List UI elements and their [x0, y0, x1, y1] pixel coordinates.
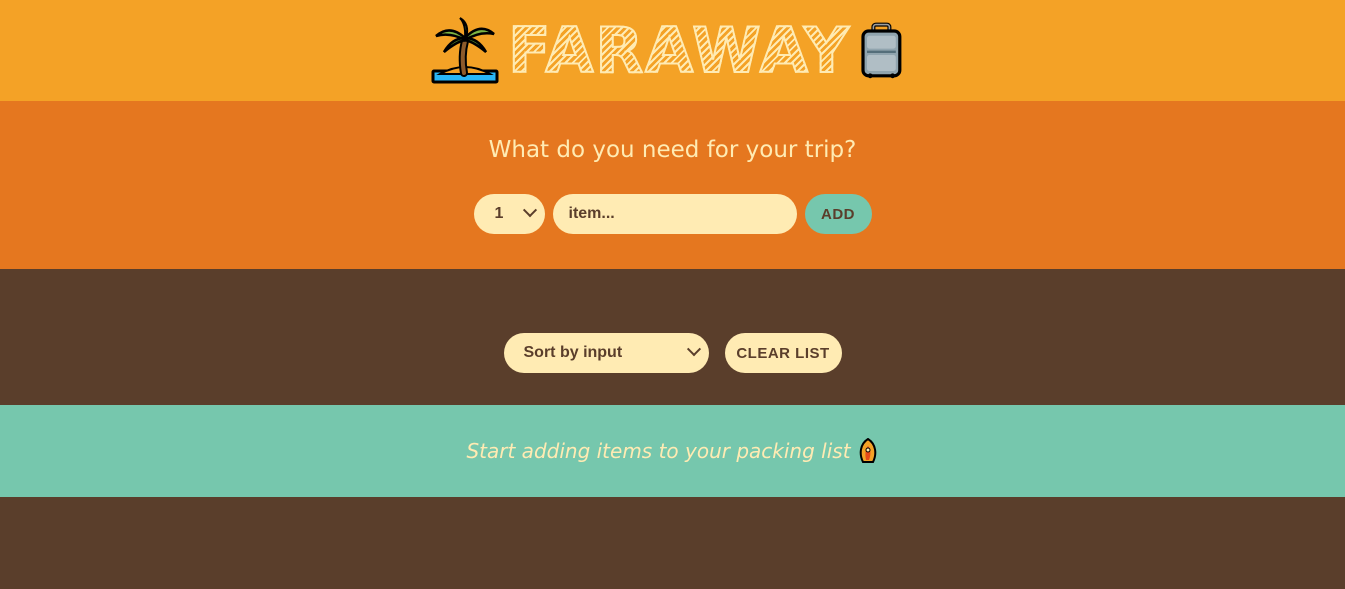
rocket-icon [859, 438, 876, 463]
chevron-down-icon [522, 203, 537, 218]
palm-tree-island-icon [431, 16, 499, 83]
add-item-form: What do you need for your trip? 1 item..… [0, 101, 1345, 269]
packing-list: Sort by input CLEAR LIST [0, 269, 1345, 405]
page-bottom [0, 497, 1345, 589]
quantity-select[interactable]: 1 [473, 194, 545, 234]
stats-message: Start adding items to your packing list [466, 439, 851, 463]
luggage-icon [861, 22, 902, 78]
sort-value: Sort by input [523, 344, 623, 361]
stats-footer: Start adding items to your packing list [0, 405, 1345, 497]
sort-select[interactable]: Sort by input [503, 333, 709, 373]
app: FARAWAY What do you need for your trip? … [0, 0, 1345, 589]
add-button[interactable]: ADD [804, 194, 872, 234]
chevron-down-icon [686, 342, 701, 357]
form-row: 1 item... ADD [473, 194, 872, 234]
clear-list-button[interactable]: CLEAR LIST [724, 333, 842, 373]
item-input-placeholder: item... [568, 205, 615, 222]
item-input[interactable]: item... [552, 194, 797, 234]
quantity-value: 1 [494, 205, 504, 222]
logo-text: FARAWAY [507, 13, 851, 87]
form-title: What do you need for your trip? [488, 137, 857, 163]
header: FARAWAY [0, 0, 1345, 101]
list-actions: Sort by input CLEAR LIST [503, 333, 842, 373]
